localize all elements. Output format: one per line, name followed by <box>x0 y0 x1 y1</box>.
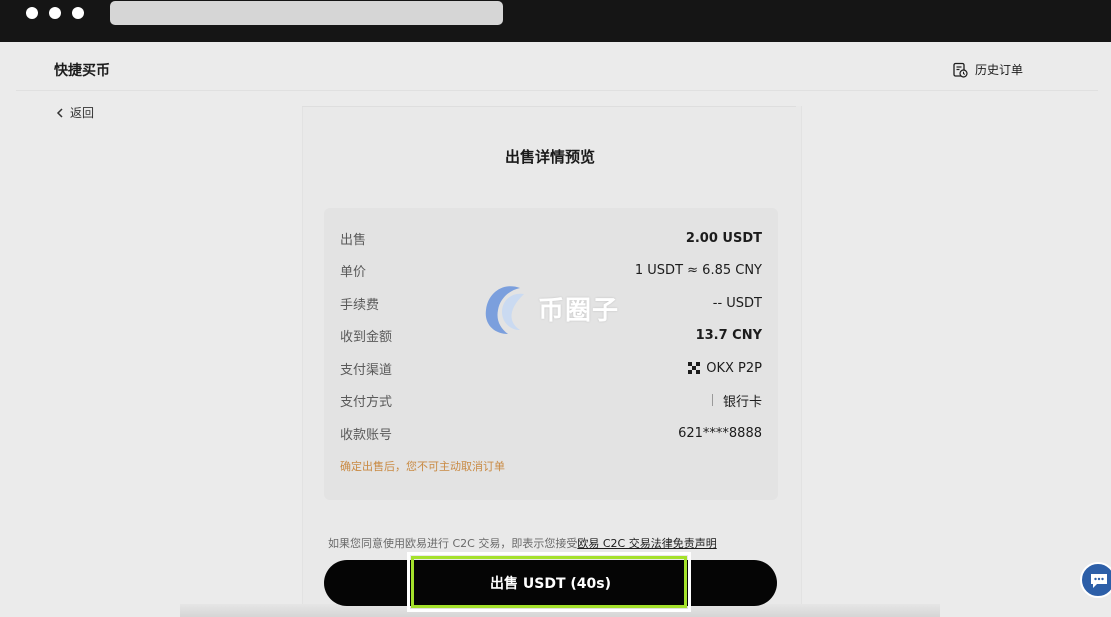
detail-label: 收款账号 <box>340 427 393 443</box>
detail-label: 单价 <box>340 264 367 280</box>
header-divider <box>16 90 1098 91</box>
detail-value: 621****8888 <box>678 425 762 441</box>
watermark-logo-icon <box>485 286 524 334</box>
bank-card-marker-icon <box>711 394 713 406</box>
chevron-left-icon <box>56 107 63 118</box>
terms-text: 如果您同意使用欧易进行 C2C 交易，即表示您接受 <box>328 537 578 550</box>
history-orders-label: 历史订单 <box>975 63 1024 77</box>
terms-notice: 如果您同意使用欧易进行 C2C 交易，即表示您接受欧易 C2C 交易法律免责声明 <box>328 535 717 551</box>
preview-title: 出售详情预览 <box>504 148 595 166</box>
address-bar[interactable] <box>110 1 503 25</box>
detail-row-price: 单价 1 USDT ≈ 6.85 CNY <box>340 260 762 280</box>
detail-value-method: 银行卡 <box>711 391 762 410</box>
panel-divider <box>302 106 796 107</box>
cancel-warning: 确定出售后，您不可主动取消订单 <box>340 460 505 473</box>
history-orders-link[interactable]: 历史订单 <box>952 61 1023 78</box>
watermark-text: 币圈子 <box>538 295 620 326</box>
detail-value-channel: OKX P2P <box>688 361 762 376</box>
chat-support-button[interactable] <box>1080 562 1111 598</box>
chat-bubble-icon <box>1091 574 1107 588</box>
detail-value: 2.00 USDT <box>685 230 762 246</box>
detail-value: 银行卡 <box>722 394 762 410</box>
window-close-dot[interactable] <box>26 7 38 19</box>
terms-link[interactable]: 欧易 C2C 交易法律免责声明 <box>577 537 716 550</box>
detail-value: 13.7 CNY <box>695 327 762 343</box>
detail-row-amount: 出售 2.00 USDT <box>340 228 762 248</box>
page-title: 快捷买币 <box>54 63 110 79</box>
detail-row-account: 收款账号 621****8888 <box>340 423 762 443</box>
back-label: 返回 <box>70 106 95 120</box>
detail-value: OKX P2P <box>706 360 762 376</box>
detail-value: -- USDT <box>712 295 762 311</box>
detail-value: 1 USDT ≈ 6.85 CNY <box>634 262 762 278</box>
watermark: 币圈子 <box>480 280 619 336</box>
detail-label: 收到金额 <box>340 329 393 345</box>
history-order-icon <box>953 62 968 78</box>
detail-label: 出售 <box>340 232 367 248</box>
window-minimize-dot[interactable] <box>49 7 61 19</box>
order-details-card: 出售 2.00 USDT 单价 1 USDT ≈ 6.85 CNY 手续费 --… <box>324 208 778 500</box>
browser-titlebar <box>0 0 1111 42</box>
window-maximize-dot[interactable] <box>72 7 84 19</box>
detail-label: 手续费 <box>340 297 380 313</box>
page: 快捷买币 历史订单 返回 出售详情预览 出售 2.00 USDT 单价 1 US… <box>0 42 1111 617</box>
highlight-frame-inner <box>411 556 687 608</box>
detail-label: 支付方式 <box>340 394 393 410</box>
detail-row-channel: 支付渠道 OKX P2P <box>340 358 762 378</box>
detail-row-payment-method: 支付方式 银行卡 <box>340 390 762 410</box>
back-button[interactable]: 返回 <box>56 104 94 121</box>
okx-logo-icon <box>688 362 701 374</box>
detail-label: 支付渠道 <box>340 362 393 378</box>
